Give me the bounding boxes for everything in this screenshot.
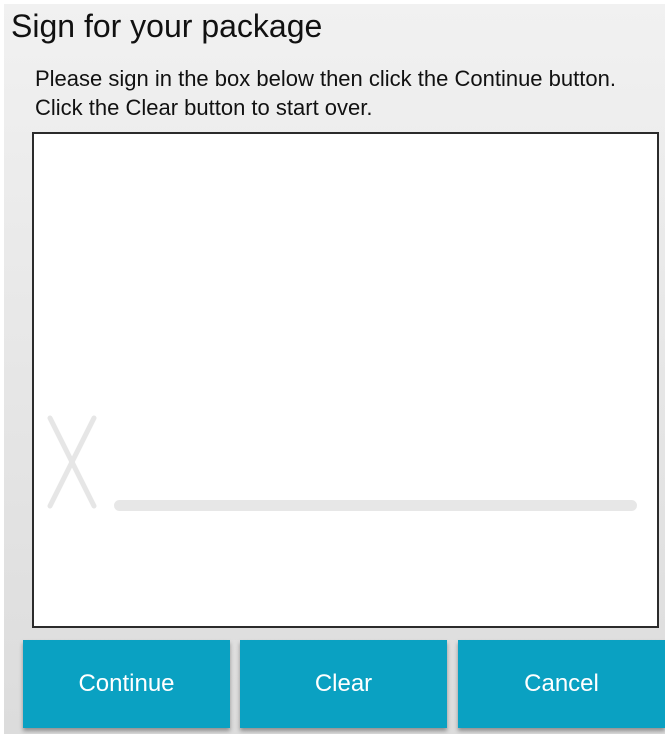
page-title: Sign for your package <box>11 8 323 44</box>
instructions-text: Please sign in the box below then click … <box>35 66 616 120</box>
continue-button[interactable]: Continue <box>23 640 230 728</box>
signature-pad[interactable] <box>32 132 659 628</box>
cancel-button[interactable]: Cancel <box>458 640 665 728</box>
signature-guide-line <box>114 500 637 511</box>
signature-dialog: Sign for your package Please sign in the… <box>4 4 665 734</box>
x-mark-icon <box>47 415 97 509</box>
clear-button[interactable]: Clear <box>240 640 447 728</box>
